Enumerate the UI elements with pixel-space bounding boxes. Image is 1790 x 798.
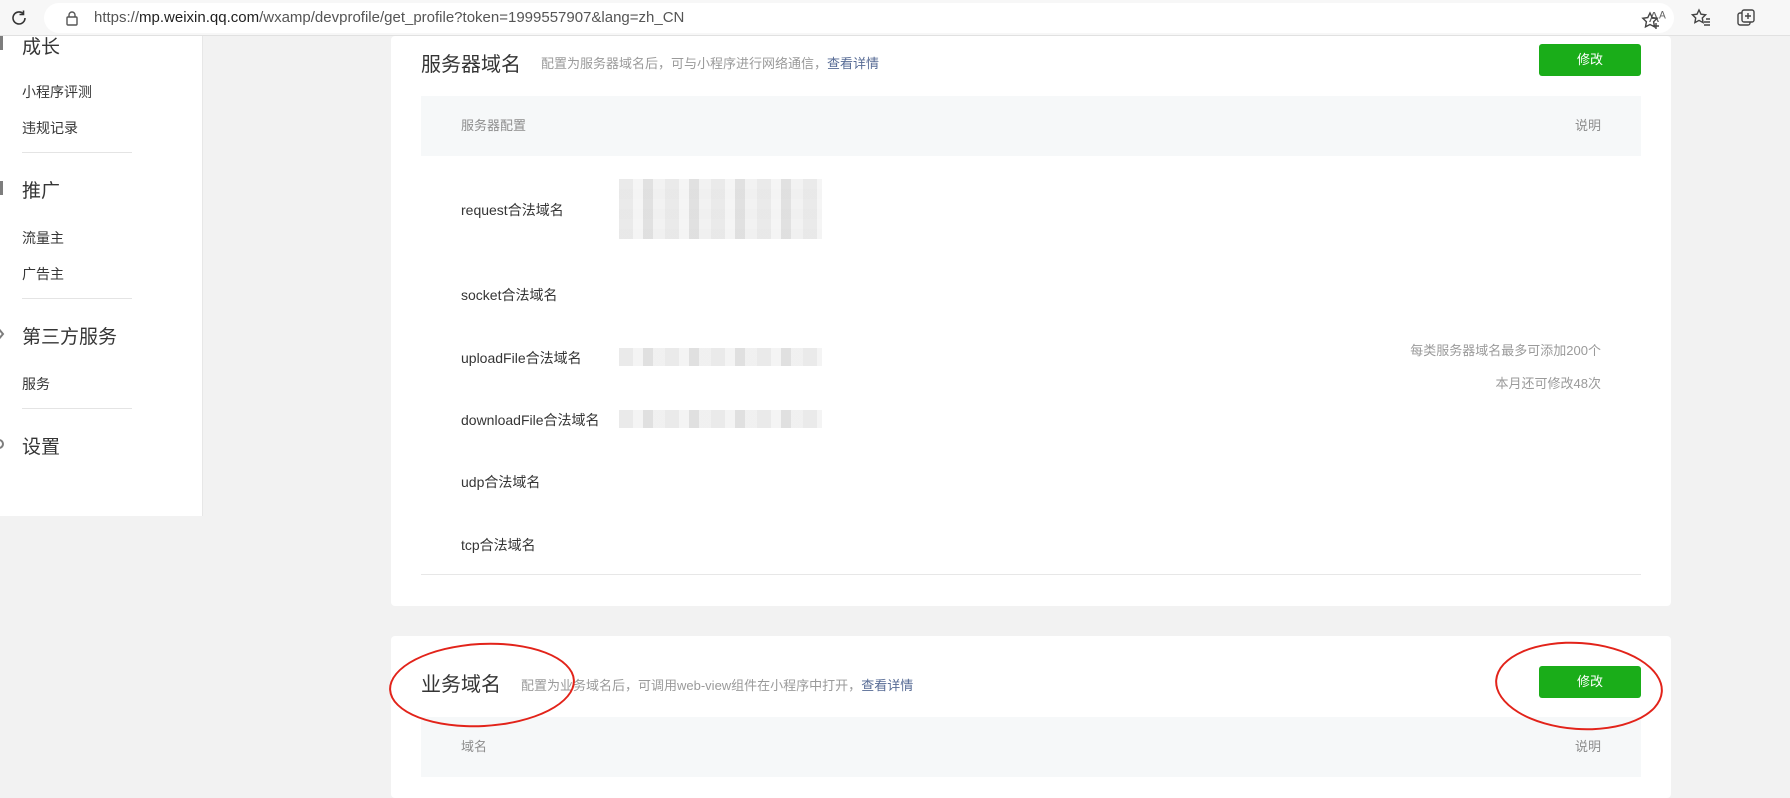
server-domain-card: 服务器域名 配置为服务器域名后，可与小程序进行网络通信，查看详情 修改 服务器配…: [391, 36, 1671, 606]
server-domain-modify-button[interactable]: 修改: [1539, 44, 1641, 76]
sidebar-group-label: 设置: [22, 437, 61, 458]
browser-toolbar: https://mp.weixin.qq.com/wxamp/devprofil…: [0, 0, 1790, 36]
sidebar-item-violations[interactable]: 违规记录: [22, 118, 78, 138]
sidebar-item-services[interactable]: 服务: [22, 374, 50, 394]
sidebar-group-label: 第三方服务: [22, 327, 118, 348]
collections-icon[interactable]: [1735, 7, 1757, 29]
gear-icon: [0, 439, 4, 449]
row-tcp-domain: tcp合法域名: [461, 537, 536, 553]
sidebar-item-evaluation[interactable]: 小程序评测: [22, 82, 92, 102]
redacted-downloadfile-domain: [619, 410, 822, 428]
lock-icon[interactable]: [64, 10, 80, 26]
sidebar-divider: [22, 298, 132, 299]
sidebar-divider: [22, 152, 132, 153]
business-domain-details-link[interactable]: 查看详情: [861, 678, 913, 693]
redacted-uploadfile-domain: [619, 348, 822, 366]
redacted-request-domains: [619, 179, 822, 239]
favorite-add-icon[interactable]: [1640, 10, 1662, 32]
row-uploadfile-domain: uploadFile合法域名: [461, 350, 582, 366]
domain-limit-note: 每类服务器域名最多可添加200个: [1410, 343, 1601, 358]
business-domain-card: 业务域名 配置为业务域名后，可调用web-view组件在小程序中打开，查看详情 …: [391, 636, 1671, 798]
sidebar: 成长 小程序评测 违规记录 推广 流量主 广告主 第三方服务 服务 设置: [0, 36, 203, 516]
address-bar[interactable]: https://mp.weixin.qq.com/wxamp/devprofil…: [44, 3, 1674, 33]
row-socket-domain: socket合法域名: [461, 287, 558, 303]
sidebar-divider: [22, 408, 132, 409]
modify-count-note: 本月还可修改48次: [1495, 376, 1601, 391]
business-domain-table-header: 域名 说明: [421, 717, 1641, 777]
row-udp-domain: udp合法域名: [461, 474, 541, 490]
column-header-config: 服务器配置: [461, 118, 527, 133]
column-header-note: 说明: [1574, 118, 1601, 133]
promotion-icon: [0, 181, 3, 195]
server-domain-title: 服务器域名: [421, 54, 521, 76]
url-text[interactable]: https://mp.weixin.qq.com/wxamp/devprofil…: [94, 3, 684, 33]
favorites-icon[interactable]: [1690, 7, 1712, 29]
reload-icon[interactable]: [8, 7, 30, 29]
sidebar-item-traffic-owner[interactable]: 流量主: [22, 228, 64, 248]
sidebar-group-label: 推广: [22, 181, 61, 202]
server-domain-details-link[interactable]: 查看详情: [827, 56, 879, 71]
row-request-domain: request合法域名: [461, 202, 564, 218]
third-party-icon: [0, 328, 5, 340]
server-domain-table-header: 服务器配置 说明: [421, 96, 1641, 156]
server-domain-desc: 配置为服务器域名后，可与小程序进行网络通信，查看详情: [541, 56, 880, 71]
row-downloadfile-domain: downloadFile合法域名: [461, 412, 600, 428]
sidebar-group-label: 成长: [22, 37, 61, 58]
business-domain-desc: 配置为业务域名后，可调用web-view组件在小程序中打开，查看详情: [521, 678, 914, 693]
table-divider: [421, 574, 1641, 575]
growth-icon: [0, 36, 3, 50]
sidebar-item-advertiser[interactable]: 广告主: [22, 264, 64, 284]
